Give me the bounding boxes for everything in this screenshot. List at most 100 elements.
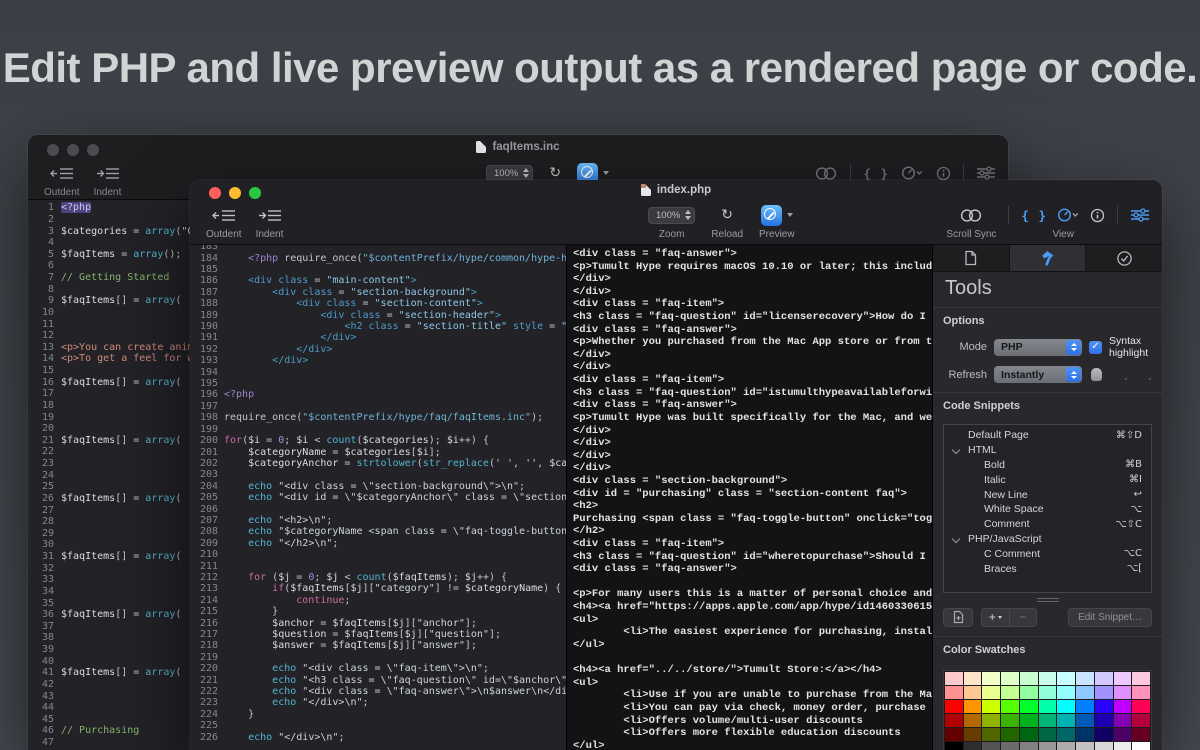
refresh-popup[interactable]: Instantly [994, 366, 1082, 383]
color-swatch[interactable] [1057, 728, 1075, 741]
refresh-delay-slider[interactable] [1089, 367, 1152, 383]
code-line[interactable]: 192 </div> [190, 344, 566, 355]
color-swatch[interactable] [1057, 686, 1075, 699]
preview-button[interactable]: Preview [759, 204, 795, 240]
code-line[interactable]: 203 [190, 469, 566, 480]
chevron-down-icon[interactable] [952, 534, 960, 542]
code-line[interactable]: 197 [190, 401, 566, 412]
code-line[interactable]: 210 [190, 549, 566, 560]
color-swatch[interactable] [1132, 714, 1150, 727]
info-button[interactable] [1090, 208, 1105, 223]
code-line[interactable]: 209 echo "</h2>\n"; [190, 538, 566, 549]
snippet-row[interactable]: Bold⌘B [944, 458, 1151, 473]
snippet-row[interactable]: HTML [944, 443, 1151, 458]
color-swatch[interactable] [982, 672, 1000, 685]
color-swatch[interactable] [1095, 672, 1113, 685]
reload-button[interactable]: ↻ Reload [711, 204, 743, 240]
code-line[interactable]: 218 $answer = $faqItems[$j]["answer"]; [190, 640, 566, 651]
color-swatch[interactable] [1076, 700, 1094, 713]
sidebar-toggle-button[interactable] [1130, 204, 1150, 226]
code-line[interactable]: 183 [190, 245, 566, 252]
code-line[interactable]: 188 <div class = "section-content"> [190, 298, 566, 309]
color-swatch[interactable] [1039, 672, 1057, 685]
indent-button[interactable]: Indent [256, 204, 284, 240]
color-swatch[interactable] [1020, 714, 1038, 727]
chevron-down-icon[interactable] [952, 446, 960, 454]
color-swatch[interactable] [1020, 728, 1038, 741]
code-line[interactable]: 200for($i = 0; $i < count($categories); … [190, 435, 566, 446]
code-line[interactable]: 226 echo "</div>\n"; [190, 731, 566, 742]
code-line[interactable]: 184 <?php require_once("$contentPrefix/h… [190, 252, 566, 263]
snippet-row[interactable]: White Space⌥ [944, 502, 1151, 517]
remove-snippet-button[interactable]: − [1010, 610, 1037, 624]
color-swatch[interactable] [964, 728, 982, 741]
color-swatch[interactable] [1001, 700, 1019, 713]
code-line[interactable]: 215 } [190, 606, 566, 617]
outdent-button[interactable]: Outdent [206, 204, 242, 240]
editor-pane[interactable]: 183184 <?php require_once("$contentPrefi… [190, 245, 567, 750]
snippet-row[interactable]: Default Page⌘⇧D [944, 428, 1151, 443]
code-line[interactable]: 205 echo "<div id = \"$categoryAnchor\" … [190, 492, 566, 503]
code-line[interactable]: 187 <div class = "section-background"> [190, 287, 566, 298]
color-swatch[interactable] [1001, 714, 1019, 727]
snippet-row[interactable]: Braces⌥[ [944, 561, 1151, 576]
code-line[interactable]: 204 echo "<div class = \"section-backgro… [190, 481, 566, 492]
snippet-row[interactable]: Comment⌥⇧C [944, 517, 1151, 532]
color-swatch[interactable] [1057, 742, 1075, 750]
color-swatch[interactable] [982, 728, 1000, 741]
color-swatch[interactable] [945, 714, 963, 727]
snippet-row[interactable]: Italic⌘I [944, 472, 1151, 487]
color-swatch[interactable] [1114, 714, 1132, 727]
tab-tools[interactable] [1010, 245, 1087, 271]
color-swatch[interactable] [964, 714, 982, 727]
color-swatch[interactable] [1057, 714, 1075, 727]
code-line[interactable]: 194 [190, 366, 566, 377]
edit-snippet-button[interactable]: Edit Snippet… [1068, 608, 1152, 627]
color-swatch[interactable] [1020, 700, 1038, 713]
add-snippet-button[interactable]: + [982, 610, 1009, 624]
color-swatch[interactable] [1039, 742, 1057, 750]
snippet-row[interactable]: PHP/JavaScript [944, 532, 1151, 547]
color-swatch[interactable] [1076, 714, 1094, 727]
code-view-button[interactable]: { } [1021, 208, 1047, 223]
color-swatch[interactable] [945, 728, 963, 741]
color-swatch[interactable] [1132, 700, 1150, 713]
code-line[interactable]: 221 echo "<h3 class = \"faq-question\" i… [190, 674, 566, 685]
code-line[interactable]: 193 </div> [190, 355, 566, 366]
zoom-stepper[interactable]: 100% Zoom [648, 204, 695, 240]
color-swatch[interactable] [945, 686, 963, 699]
code-line[interactable]: 199 [190, 424, 566, 435]
color-swatch[interactable] [1076, 686, 1094, 699]
code-line[interactable]: 189 <div class = "section-header"> [190, 309, 566, 320]
color-swatch[interactable] [982, 700, 1000, 713]
snippet-row[interactable]: C Comment⌥C [944, 546, 1151, 561]
color-swatch[interactable] [1132, 742, 1150, 750]
code-line[interactable]: 201 $categoryName = $categories[$i]; [190, 446, 566, 457]
code-line[interactable]: 224 } [190, 709, 566, 720]
code-line[interactable]: 208 echo "$categoryName <span class = \"… [190, 526, 566, 537]
color-swatch[interactable] [1114, 700, 1132, 713]
code-line[interactable]: 186 <div class = "main-content"> [190, 275, 566, 286]
color-swatch[interactable] [1095, 714, 1113, 727]
code-line[interactable]: 206 [190, 503, 566, 514]
code-line[interactable]: 195 [190, 378, 566, 389]
color-swatch[interactable] [1020, 742, 1038, 750]
code-line[interactable]: 213 if($faqItems[$j]["category"] != $cat… [190, 583, 566, 594]
color-swatch[interactable] [1076, 728, 1094, 741]
slider-thumb[interactable] [1091, 368, 1102, 381]
color-swatch[interactable] [964, 672, 982, 685]
code-line[interactable]: 202 $categoryAnchor = strtolower(str_rep… [190, 458, 566, 469]
code-line[interactable]: 191 </div> [190, 332, 566, 343]
color-swatch[interactable] [1057, 672, 1075, 685]
color-swatch[interactable] [1132, 728, 1150, 741]
color-swatch[interactable] [1076, 742, 1094, 750]
code-line[interactable]: 214 continue; [190, 595, 566, 606]
color-swatch[interactable] [982, 714, 1000, 727]
color-swatch[interactable] [1039, 700, 1057, 713]
color-swatch[interactable] [1114, 686, 1132, 699]
code-line[interactable]: 225 [190, 720, 566, 731]
color-swatch[interactable] [1001, 742, 1019, 750]
indent-button[interactable]: Indent [94, 162, 122, 198]
color-swatch[interactable] [1020, 686, 1038, 699]
tab-contents[interactable] [933, 245, 1010, 271]
